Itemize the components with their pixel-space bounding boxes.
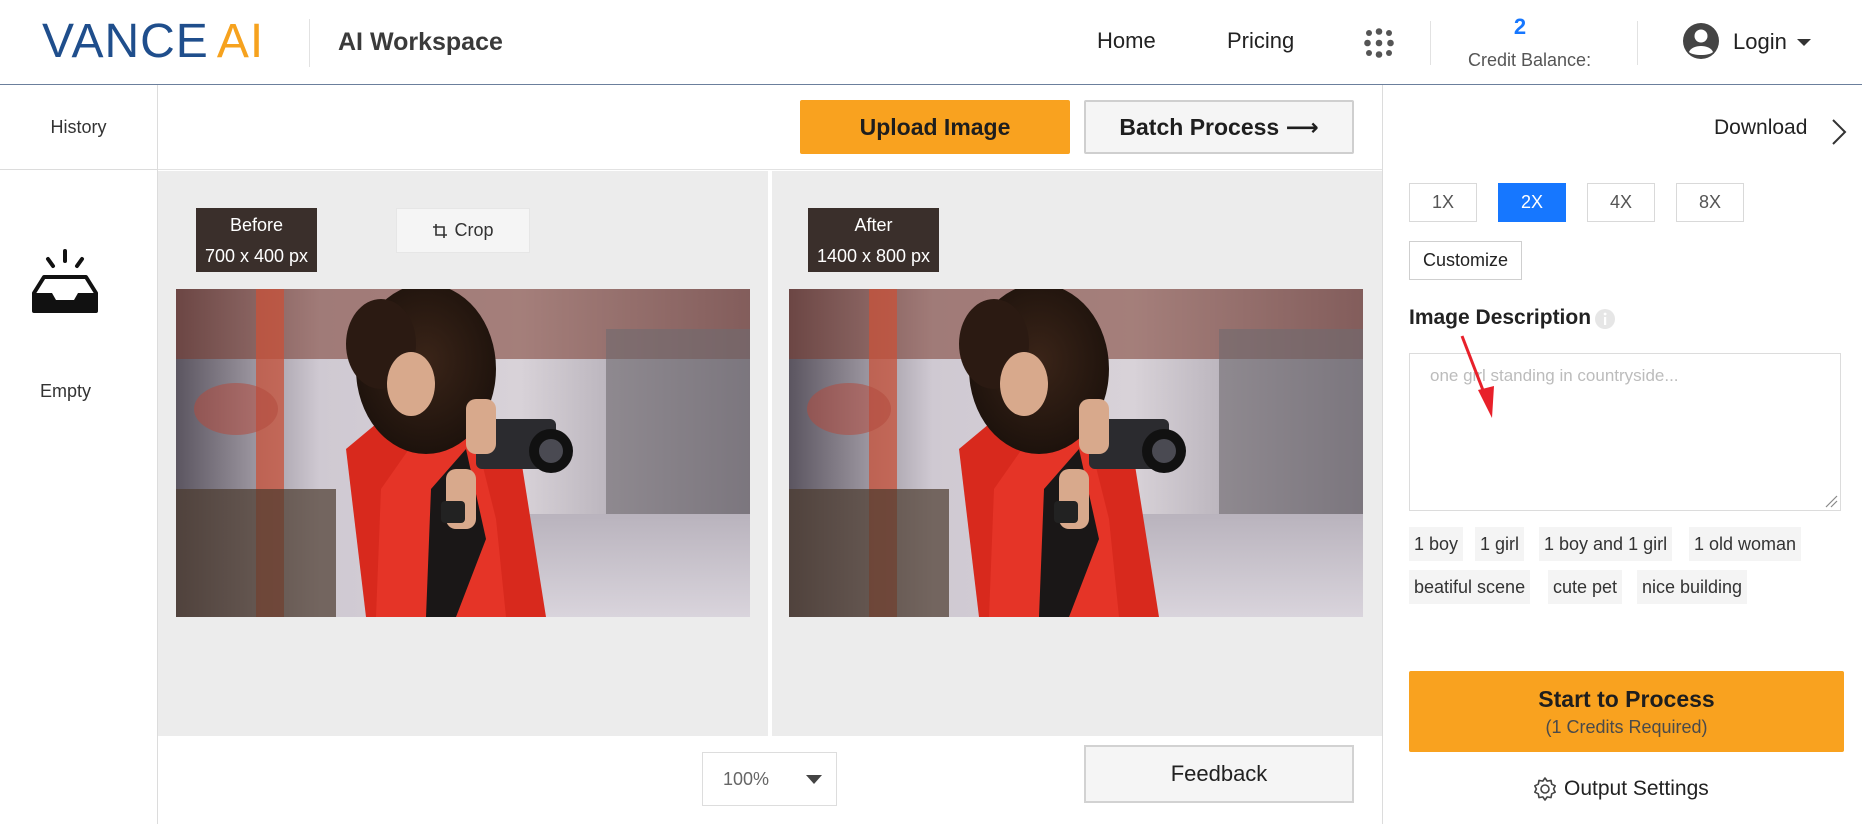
crop-label: Crop (454, 220, 494, 240)
tag-chip[interactable]: 1 old woman (1689, 527, 1802, 561)
after-size-badge: After 1400 x 800 px (808, 208, 939, 272)
apps-grid-icon[interactable] (1364, 28, 1394, 58)
logo-text-vance: VANCE (42, 14, 209, 68)
scale-1x-button[interactable]: 1X (1409, 183, 1477, 222)
after-image[interactable] (789, 289, 1363, 617)
logo-text-ai: AI (216, 14, 265, 68)
crop-button[interactable]: Crop (396, 208, 530, 253)
upload-image-button[interactable]: Upload Image (800, 100, 1070, 154)
start-process-button[interactable]: Start to Process (1 Credits Required) (1409, 671, 1844, 752)
scale-4x-button[interactable]: 4X (1587, 183, 1655, 222)
tag-chip[interactable]: beatiful scene (1409, 570, 1531, 604)
before-label: Before (229, 215, 284, 235)
image-description-input[interactable] (1409, 353, 1841, 511)
credit-balance-label: Credit Balance: (1468, 50, 1592, 70)
header-divider (309, 19, 310, 67)
vanceai-logo[interactable]: VANCE AI (42, 14, 265, 68)
chevron-down-icon[interactable] (1797, 39, 1811, 46)
credits-required-label: (1 Credits Required) (1545, 716, 1708, 737)
resize-handle-icon[interactable] (1824, 494, 1838, 508)
image-description-title: Image Description (1409, 306, 1592, 329)
zoom-value: 100% (723, 768, 770, 789)
history-empty-label: Empty (39, 381, 91, 401)
feedback-button[interactable]: Feedback (1084, 745, 1354, 803)
before-image[interactable] (176, 289, 750, 617)
empty-inbox-icon (32, 249, 98, 313)
header-divider (1637, 21, 1638, 65)
history-sidebar: History Empty (0, 85, 158, 824)
crop-icon (433, 223, 448, 238)
scale-8x-button[interactable]: 8X (1676, 183, 1744, 222)
top-header: VANCE AI AI Workspace Home Pricing 2 Cred… (0, 0, 1862, 85)
batch-process-button[interactable]: Batch Process ⟶ (1084, 100, 1354, 154)
header-divider (1430, 21, 1431, 65)
before-size-badge: Before 700 x 400 px (196, 208, 317, 272)
tag-chip[interactable]: 1 girl (1475, 527, 1525, 561)
nav-pricing-link[interactable]: Pricing (1227, 28, 1294, 54)
before-dimensions: 700 x 400 px (204, 246, 309, 266)
tag-chip[interactable]: 1 boy and 1 girl (1539, 527, 1673, 561)
user-avatar-icon[interactable] (1682, 22, 1720, 60)
chevron-down-icon[interactable] (806, 775, 822, 784)
gear-icon (1534, 777, 1556, 801)
start-process-label: Start to Process (1538, 685, 1715, 712)
workspace-title: AI Workspace (338, 28, 503, 56)
tag-chip[interactable]: 1 boy (1409, 527, 1464, 561)
download-button[interactable]: Download (1714, 116, 1807, 140)
info-icon[interactable] (1594, 308, 1616, 330)
nav-home-link[interactable]: Home (1097, 28, 1156, 54)
after-dimensions: 1400 x 800 px (816, 246, 931, 266)
login-button[interactable]: Login (1733, 29, 1787, 55)
scale-2x-button[interactable]: 2X (1498, 183, 1566, 222)
history-tab[interactable]: History (0, 85, 157, 170)
after-label: After (854, 215, 893, 235)
credit-balance-value: 2 (1513, 14, 1527, 39)
tag-chip[interactable]: cute pet (1548, 570, 1623, 604)
chevron-right-icon[interactable] (1830, 117, 1848, 147)
customize-scale-button[interactable]: Customize (1409, 241, 1522, 280)
output-settings-label: Output Settings (1564, 777, 1709, 800)
tag-chip[interactable]: nice building (1637, 570, 1748, 604)
output-settings-button[interactable]: Output Settings (1532, 774, 1709, 804)
